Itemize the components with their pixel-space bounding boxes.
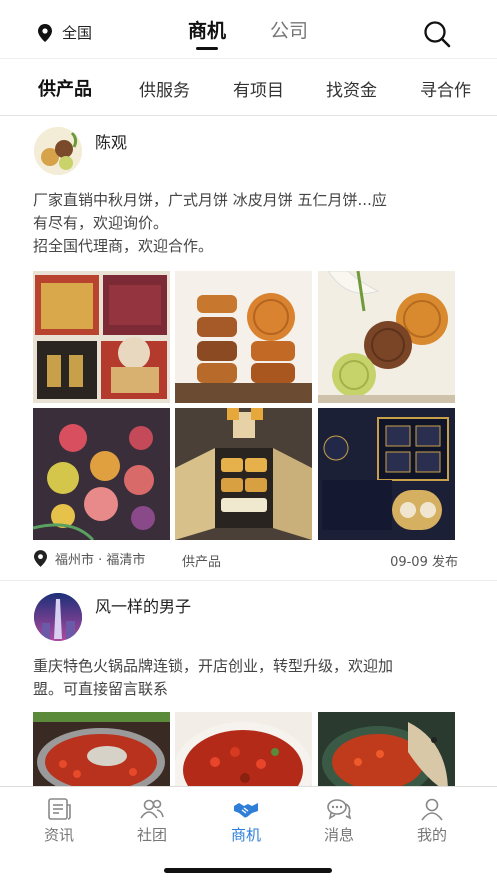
post-text-line: 重庆特色火锅品牌连锁，开店创业，转型升级，欢迎加 (33, 657, 394, 675)
location-selector[interactable]: 全国 (38, 22, 92, 43)
post-meta: 福州市 · 福清市 供产品 09-09 发布 (34, 549, 458, 571)
home-indicator[interactable] (164, 868, 332, 873)
mooncake-avatar[interactable] (34, 127, 82, 175)
subtab-services[interactable]: 供服务 (139, 76, 190, 101)
nav-news[interactable]: 资讯 (29, 797, 89, 845)
location-pin-icon (38, 23, 52, 42)
post-card[interactable]: 陈观 厂家直销中秋月饼，广式月饼 冰皮月饼 五仁月饼...应 有尽有，欢迎询价。… (0, 117, 497, 580)
nav-label: 消息 (323, 826, 354, 844)
city-tower-avatar[interactable] (34, 593, 82, 641)
nav-group[interactable]: 社团 (122, 797, 182, 845)
location-label: 全国 (62, 24, 93, 42)
post-text-line: 招全国代理商，欢迎合作。 (33, 237, 214, 255)
post-card[interactable]: 风一样的男子 重庆特色火锅品牌连锁，开店创业，转型升级，欢迎加 盟。可直接留言联… (0, 581, 497, 786)
tab-company[interactable]: 公司 (270, 16, 308, 43)
nav-label: 社团 (136, 826, 167, 844)
chili-dish-photo[interactable] (175, 712, 312, 786)
hotpot-photo[interactable] (33, 712, 170, 786)
subtab-cooperation[interactable]: 寻合作 (420, 76, 471, 101)
post-text-line: 盟。可直接留言联系 (33, 680, 169, 698)
post-author[interactable]: 陈观 (95, 129, 127, 153)
nav-label: 商机 (230, 826, 261, 844)
post-city: 福州市 · 福清市 (55, 553, 146, 568)
nav-profile[interactable]: 我的 (402, 797, 462, 845)
nav-messages[interactable]: 消息 (309, 797, 369, 845)
fish-dish-photo[interactable] (318, 712, 455, 786)
top-bar: 全国 商机 公司 (0, 0, 497, 58)
nav-label: 资讯 (43, 826, 74, 844)
post-text: 重庆特色火锅品牌连锁，开店创业，转型升级，欢迎加 盟。可直接留言联系 (33, 655, 463, 701)
location-pin-icon (34, 550, 47, 567)
mooncake-giftbox-photo[interactable] (33, 271, 170, 403)
handshake-icon (234, 803, 258, 818)
category-tabs: 供产品 供服务 有项目 找资金 寻合作 (0, 58, 497, 116)
news-icon (48, 798, 71, 820)
tab-business[interactable]: 商机 (188, 16, 226, 50)
nav-label: 我的 (416, 826, 447, 844)
group-icon (140, 799, 164, 819)
profile-icon (421, 798, 443, 821)
post-author[interactable]: 风一样的男子 (95, 593, 191, 617)
nav-business[interactable]: 商机 (216, 797, 276, 845)
post-date: 09-09 发布 (390, 555, 458, 570)
navy-giftbox-photo[interactable] (318, 408, 455, 540)
post-text: 厂家直销中秋月饼，广式月饼 冰皮月饼 五仁月饼...应 有尽有，欢迎询价。 招全… (33, 189, 463, 258)
post-text-line: 厂家直销中秋月饼，广式月饼 冰皮月饼 五仁月饼...应 (33, 191, 387, 209)
subtab-funding[interactable]: 找资金 (326, 76, 377, 101)
mooncake-stack-photo[interactable] (175, 271, 312, 403)
post-location: 福州市 · 福清市 (34, 549, 145, 568)
snowskin-mooncake-photo[interactable] (33, 408, 170, 540)
post-text-line: 有尽有，欢迎询价。 (33, 214, 169, 232)
mooncake-lily-photo[interactable] (318, 271, 455, 403)
message-icon (327, 799, 352, 820)
search-icon[interactable] (423, 20, 451, 48)
subtab-projects[interactable]: 有项目 (233, 76, 284, 101)
post-category: 供产品 (182, 555, 222, 570)
mooncake-tray-photo[interactable] (175, 408, 312, 540)
subtab-products[interactable]: 供产品 (38, 75, 92, 101)
